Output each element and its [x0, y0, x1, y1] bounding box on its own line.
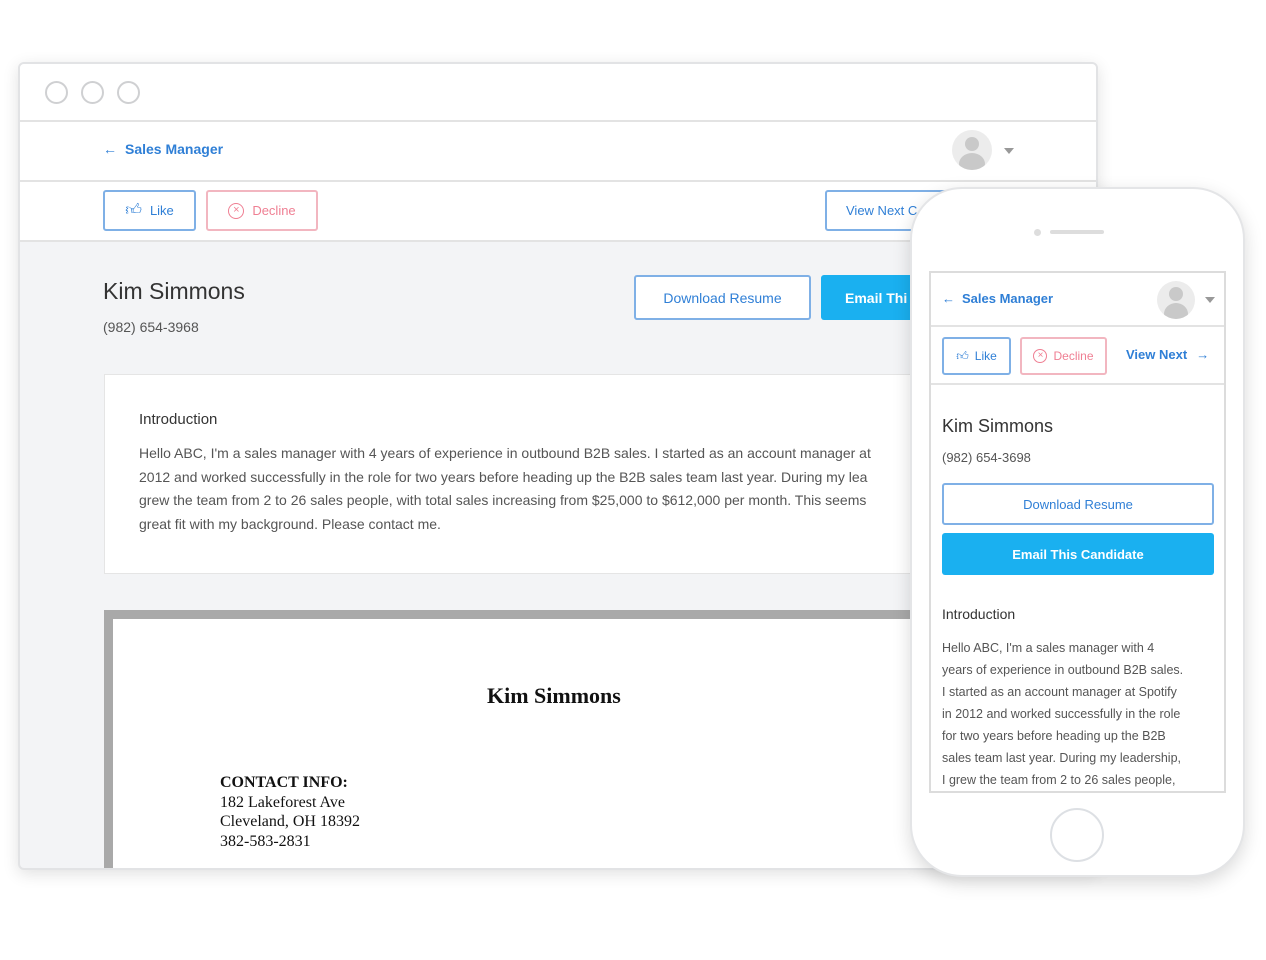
- resume-contact-line: 382-583-2831: [220, 832, 311, 850]
- resume-contact-line: 182 Lakeforest Ave: [220, 793, 345, 811]
- mobile-action-toolbar: 👍︎ Like × Decline View Next →: [931, 327, 1224, 385]
- arrow-left-icon: ←: [942, 291, 955, 306]
- top-nav: ← Sales Manager: [20, 122, 1096, 182]
- mobile-email-candidate-button[interactable]: Email This Candidate: [942, 533, 1214, 575]
- intro-text-line: great fit with my background. Please con…: [139, 515, 441, 532]
- camera-dot: [1034, 229, 1041, 236]
- title-bar: [20, 64, 1096, 122]
- chevron-down-icon[interactable]: [1205, 297, 1215, 303]
- intro-heading: Introduction: [139, 411, 218, 428]
- mobile-download-resume-button[interactable]: Download Resume: [942, 483, 1214, 525]
- intro-text-line: sales team last year. During my leadersh…: [942, 751, 1181, 765]
- x-circle-icon: ×: [1033, 349, 1048, 363]
- view-next-label: View Next: [1126, 347, 1188, 362]
- chevron-down-icon[interactable]: [1004, 148, 1014, 154]
- mobile-like-button[interactable]: 👍︎ Like: [942, 337, 1011, 375]
- thumbs-up-icon: 👍︎: [956, 348, 969, 363]
- resume-contact-line: Cleveland, OH 18392: [220, 813, 360, 830]
- breadcrumb: Sales Manager: [125, 141, 224, 157]
- mobile-view-next-link[interactable]: View Next →: [1126, 347, 1209, 362]
- window-minimize-button[interactable]: [81, 81, 104, 104]
- mobile-intro-heading: Introduction: [942, 606, 1016, 622]
- view-next-label: View Next C: [846, 203, 918, 218]
- window-maximize-button[interactable]: [117, 81, 140, 104]
- resume-name: Kim Simmons: [487, 683, 621, 708]
- decline-button[interactable]: × Decline: [206, 190, 318, 231]
- avatar[interactable]: [952, 130, 992, 170]
- mobile-avatar[interactable]: [1157, 281, 1195, 319]
- email-label: Email Thi: [845, 289, 908, 306]
- mobile-decline-button[interactable]: × Decline: [1020, 337, 1107, 375]
- back-link[interactable]: ← Sales Manager: [103, 141, 223, 157]
- mobile-intro-text: Hello ABC, I'm a sales manager with 4 ye…: [942, 637, 1183, 791]
- resume-contact-heading: CONTACT INFO:: [220, 774, 348, 791]
- like-button[interactable]: 👍︎ Like: [103, 190, 196, 231]
- intro-text-line: Hello ABC, I'm a sales manager with 4 ye…: [139, 445, 871, 461]
- intro-text-line: 2012 and worked successfully in the role…: [139, 468, 868, 485]
- like-label: Like: [149, 203, 174, 218]
- intro-text-line: for two years before heading up the B2B: [942, 729, 1166, 743]
- download-label: Download Resume: [663, 289, 782, 306]
- intro-text-line: grew the team from 2 to 26 sales people,…: [139, 492, 867, 508]
- email-label: Email This Candidate: [1012, 546, 1144, 562]
- download-resume-button[interactable]: Download Resume: [634, 275, 811, 320]
- window-close-button[interactable]: [45, 81, 68, 104]
- arrow-right-icon: →: [1196, 347, 1210, 362]
- mobile-top-nav: ← Sales Manager: [931, 273, 1224, 327]
- intro-text-line: I grew the team from 2 to 26 sales peopl…: [942, 773, 1176, 787]
- introduction-card: Introduction Hello ABC, I'm a sales mana…: [104, 374, 1004, 574]
- home-button[interactable]: [1050, 808, 1104, 862]
- speaker-grille: [1050, 230, 1104, 234]
- intro-text-line: years of experience in outbound B2B sale…: [942, 663, 1184, 677]
- candidate-name: Kim Simmons: [103, 278, 245, 304]
- mobile-candidate-phone: (982) 654-3698: [942, 450, 1031, 465]
- download-label: Download Resume: [1023, 496, 1133, 512]
- intro-text-line: I started as an account manager at Spoti…: [942, 685, 1177, 699]
- intro-text-line: in 2012 and worked successfully in the r…: [942, 707, 1181, 721]
- decline-label: Decline: [252, 203, 296, 218]
- phone-screen: ← Sales Manager 👍︎ Like × Decline View N…: [929, 271, 1226, 793]
- resume-preview: Kim Simmons CONTACT INFO: 182 Lakeforest…: [104, 610, 1004, 868]
- x-circle-icon: ×: [228, 202, 245, 219]
- intro-text-line: Hello ABC, I'm a sales manager with 4: [942, 641, 1155, 655]
- mobile-back-link[interactable]: ← Sales Manager: [942, 291, 1053, 306]
- like-label: Like: [974, 349, 997, 363]
- mobile-candidate-name: Kim Simmons: [942, 416, 1054, 436]
- mobile-breadcrumb: Sales Manager: [962, 291, 1054, 306]
- thumbs-up-icon: 👍︎: [125, 202, 142, 219]
- arrow-left-icon: ←: [103, 141, 117, 157]
- candidate-phone: (982) 654-3968: [103, 319, 199, 335]
- decline-label: Decline: [1053, 349, 1094, 363]
